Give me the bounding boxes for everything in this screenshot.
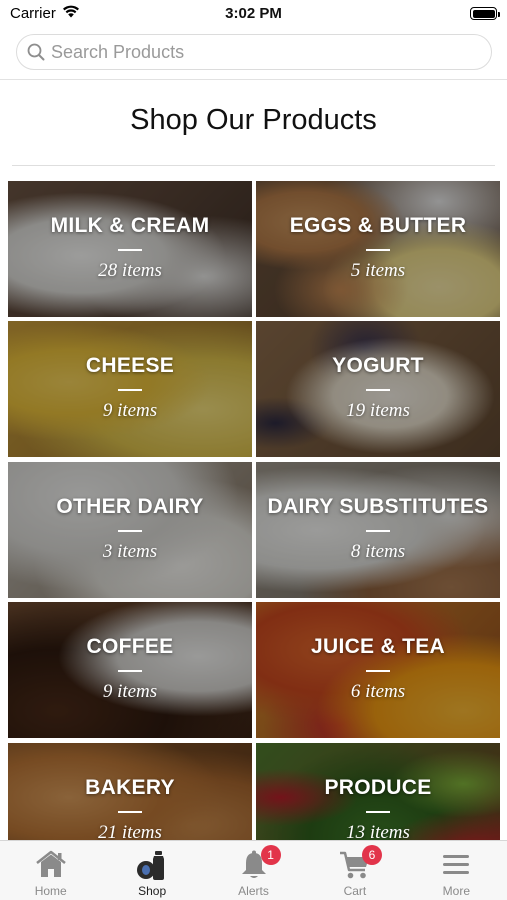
- category-grid: MILK & CREAM 28 items EGGS & BUTTER 5 it…: [8, 181, 500, 840]
- category-tile-yogurt[interactable]: YOGURT 19 items: [256, 321, 500, 457]
- alerts-badge: 1: [260, 845, 281, 865]
- tab-label: Alerts: [238, 884, 269, 898]
- category-tile-coffee[interactable]: COFFEE 9 items: [8, 602, 252, 738]
- category-count: 19 items: [346, 400, 410, 421]
- home-icon: [35, 850, 66, 877]
- category-count: 5 items: [350, 260, 406, 281]
- category-tile-juice-tea[interactable]: JUICE & TEA 6 items: [256, 602, 500, 738]
- category-name: DAIRY SUBSTITUTES: [267, 495, 489, 518]
- category-count: 13 items: [346, 822, 410, 840]
- category-count: 3 items: [102, 541, 158, 562]
- category-count: 9 items: [102, 681, 158, 702]
- category-name: COFFEE: [86, 635, 174, 658]
- shop-icon: [137, 851, 165, 880]
- category-count: 8 items: [350, 541, 406, 562]
- status-time: 3:02 PM: [225, 5, 282, 22]
- divider-dash: [118, 389, 142, 391]
- tab-label: Cart: [343, 884, 367, 898]
- search-field[interactable]: [16, 34, 492, 70]
- tab-label: More: [442, 884, 470, 898]
- category-tile-bakery[interactable]: BAKERY 21 items: [8, 743, 252, 840]
- category-count: 28 items: [98, 260, 162, 281]
- tab-more[interactable]: More: [406, 841, 507, 900]
- menu-icon: [443, 855, 470, 874]
- divider-dash: [118, 249, 142, 251]
- category-name: MILK & CREAM: [50, 214, 210, 237]
- category-name: YOGURT: [332, 354, 424, 377]
- tab-label: Home: [34, 884, 67, 898]
- category-name: JUICE & TEA: [311, 635, 445, 658]
- category-count: 6 items: [350, 681, 406, 702]
- category-tile-cheese[interactable]: CHEESE 9 items: [8, 321, 252, 457]
- title-divider: [12, 165, 495, 166]
- category-tile-eggs-butter[interactable]: EGGS & BUTTER 5 items: [256, 181, 500, 317]
- divider-dash: [366, 670, 390, 672]
- divider-dash: [118, 530, 142, 532]
- category-name: OTHER DAIRY: [56, 495, 204, 518]
- divider-dash: [118, 670, 142, 672]
- divider-dash: [366, 530, 390, 532]
- divider-dash: [366, 811, 390, 813]
- cart-badge: 6: [362, 845, 383, 865]
- tab-bar: Home Shop 1 Alerts 6 Cart More: [0, 840, 507, 900]
- category-tile-dairy-substitutes[interactable]: DAIRY SUBSTITUTES 8 items: [256, 462, 500, 598]
- search-input[interactable]: [51, 35, 481, 69]
- search-icon: [27, 43, 45, 66]
- search-bar: [0, 28, 507, 80]
- category-name: CHEESE: [85, 354, 175, 377]
- category-count: 21 items: [98, 822, 162, 840]
- category-name: PRODUCE: [324, 776, 432, 799]
- page-title: Shop Our Products: [130, 104, 377, 136]
- divider-dash: [118, 811, 142, 813]
- divider-dash: [366, 249, 390, 251]
- tab-shop[interactable]: Shop: [101, 841, 202, 900]
- category-tile-other-dairy[interactable]: OTHER DAIRY 3 items: [8, 462, 252, 598]
- status-bar: Carrier 3:02 PM: [0, 0, 507, 28]
- tab-alerts[interactable]: 1 Alerts: [203, 841, 304, 900]
- divider-dash: [366, 389, 390, 391]
- category-count: 9 items: [102, 400, 158, 421]
- category-name: EGGS & BUTTER: [289, 214, 467, 237]
- category-tile-produce[interactable]: PRODUCE 13 items: [256, 743, 500, 840]
- tab-cart[interactable]: 6 Cart: [304, 841, 405, 900]
- tab-home[interactable]: Home: [0, 841, 101, 900]
- category-name: BAKERY: [85, 776, 175, 799]
- tab-label: Shop: [138, 884, 167, 898]
- category-tile-milk-cream[interactable]: MILK & CREAM 28 items: [8, 181, 252, 317]
- battery-icon: [470, 7, 500, 20]
